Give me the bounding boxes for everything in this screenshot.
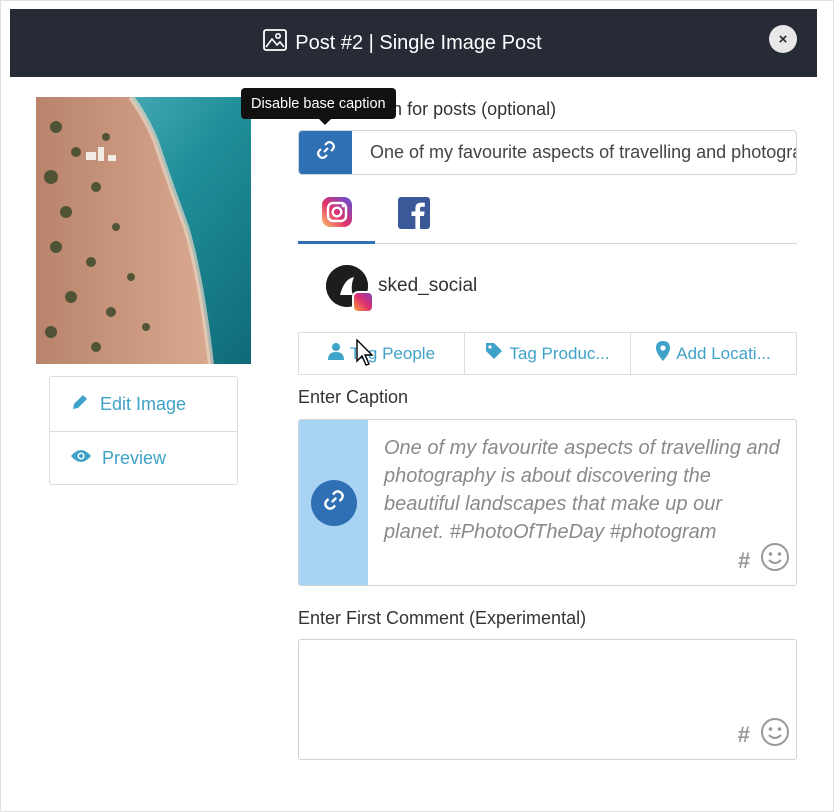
facebook-icon xyxy=(397,196,430,234)
add-location-button[interactable]: Add Locati... xyxy=(630,332,797,375)
instagram-badge-icon xyxy=(352,291,374,313)
add-location-label: Add Locati... xyxy=(676,343,771,363)
tab-instagram[interactable] xyxy=(298,187,375,244)
caption-editor: One of my favourite aspects of travellin… xyxy=(298,419,797,586)
image-actions-panel: Edit Image Preview xyxy=(49,376,238,485)
tooltip: Disable base caption xyxy=(241,88,396,125)
account-row: sked_social xyxy=(326,265,478,313)
tag-people-button[interactable]: Tag People xyxy=(298,332,465,375)
caption-text: One of my favourite aspects of travellin… xyxy=(384,437,780,543)
tag-products-label: Tag Produc... xyxy=(509,343,610,363)
base-caption-input[interactable]: One of my favourite aspects of travellin… xyxy=(352,131,796,174)
map-marker-icon xyxy=(656,341,671,366)
account-username: sked_social xyxy=(378,275,478,296)
modal-frame: Post #2 | Single Image Post × Edit Image… xyxy=(0,0,834,812)
caption-link-sidebar xyxy=(299,420,368,585)
preview-button[interactable]: Preview xyxy=(50,431,237,485)
eye-icon xyxy=(70,448,92,469)
person-icon xyxy=(327,342,344,365)
platform-tabs xyxy=(298,187,797,244)
emoji-icon[interactable] xyxy=(760,717,790,753)
caption-textarea[interactable]: One of my favourite aspects of travellin… xyxy=(368,420,796,585)
header-title-wrap: Post #2 | Single Image Post xyxy=(263,29,542,57)
edit-image-button[interactable]: Edit Image xyxy=(50,377,237,431)
tag-products-button[interactable]: Tag Produc... xyxy=(464,332,631,375)
hashtag-button[interactable]: # xyxy=(738,547,750,575)
emoji-icon[interactable] xyxy=(760,542,790,579)
link-toggle-button[interactable] xyxy=(299,131,352,174)
edit-image-label: Edit Image xyxy=(100,393,187,414)
caption-label: Enter Caption xyxy=(298,387,409,407)
modal-title: Post #2 | Single Image Post xyxy=(295,31,542,54)
comment-tools: # xyxy=(738,717,790,753)
caption-tools: # xyxy=(738,542,790,579)
avatar xyxy=(326,265,374,313)
instagram-icon xyxy=(321,196,353,233)
hashtag-button[interactable]: # xyxy=(738,722,750,748)
link-icon xyxy=(316,140,336,165)
pencil-icon xyxy=(70,392,90,417)
first-comment-textarea[interactable]: # xyxy=(298,639,797,760)
base-caption-field: One of my favourite aspects of travellin… xyxy=(298,130,797,175)
image-icon xyxy=(263,29,288,57)
preview-label: Preview xyxy=(102,448,167,468)
tag-icon xyxy=(485,342,503,365)
caption-link-toggle-button[interactable] xyxy=(310,479,357,526)
close-button[interactable]: × xyxy=(769,25,797,53)
post-image xyxy=(36,97,251,364)
tab-facebook[interactable] xyxy=(375,187,452,243)
mouse-cursor-icon xyxy=(356,338,376,372)
modal-header: Post #2 | Single Image Post × xyxy=(10,9,817,77)
link-icon xyxy=(323,489,345,516)
first-comment-label: Enter First Comment (Experimental) xyxy=(298,608,587,628)
